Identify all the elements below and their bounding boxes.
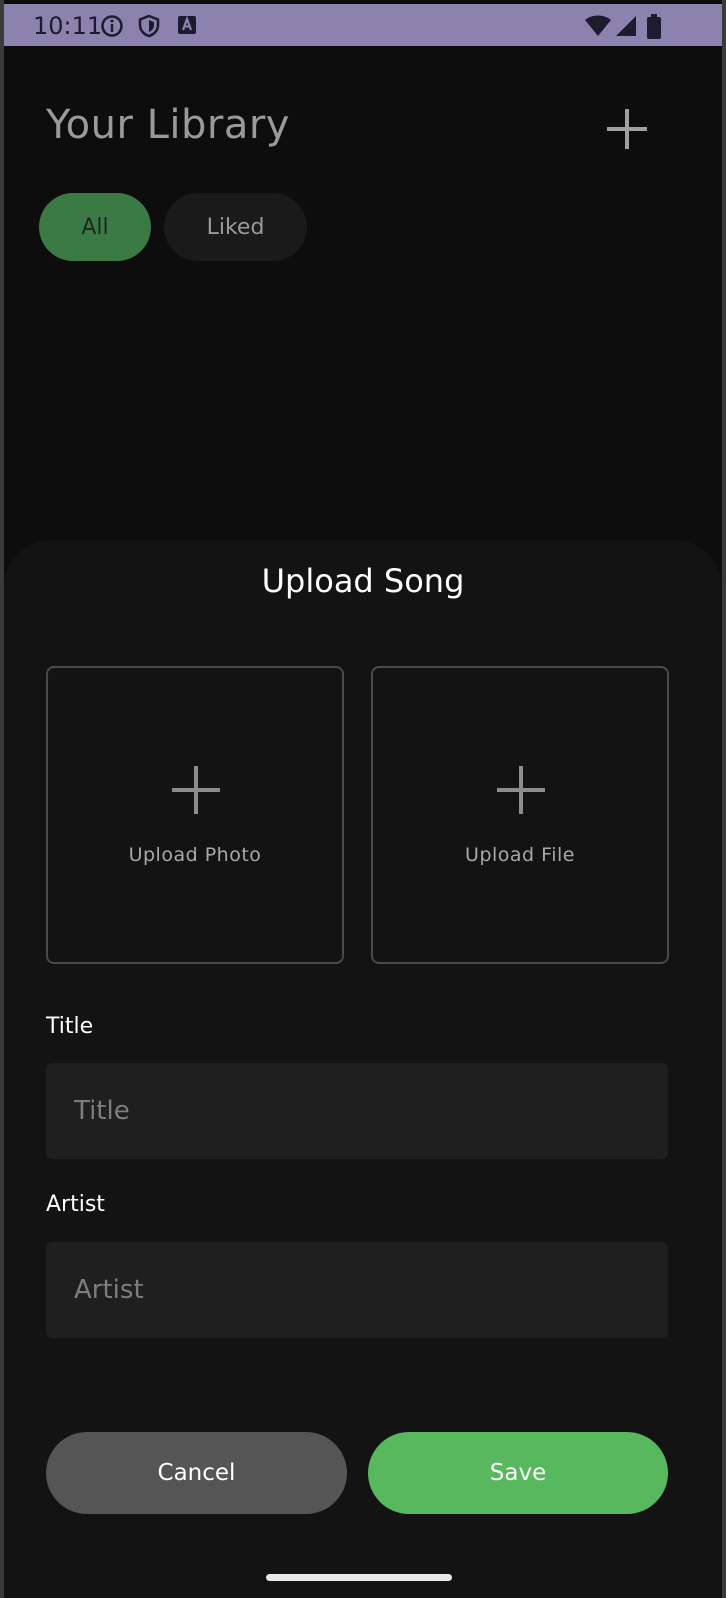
wifi-icon xyxy=(584,14,612,38)
upload-file-label: Upload File xyxy=(465,844,575,866)
title-input[interactable] xyxy=(46,1063,668,1159)
chip-all-label: All xyxy=(81,214,109,240)
status-bar: 10:11 xyxy=(4,4,722,46)
chip-all[interactable]: All xyxy=(39,193,151,261)
upload-file-button[interactable]: Upload File xyxy=(371,666,669,964)
shield-icon xyxy=(137,14,161,38)
upload-photo-button[interactable]: Upload Photo xyxy=(46,666,344,964)
chip-liked[interactable]: Liked xyxy=(164,193,307,261)
upload-song-sheet: Upload Song Upload Photo Upload File Tit… xyxy=(4,540,722,1598)
save-button-label: Save xyxy=(489,1460,547,1486)
add-button[interactable] xyxy=(604,106,650,152)
cancel-button[interactable]: Cancel xyxy=(46,1432,347,1514)
upload-photo-label: Upload Photo xyxy=(128,844,262,866)
plus-icon xyxy=(607,109,647,149)
device-frame-right xyxy=(722,0,726,1598)
plus-icon xyxy=(497,766,545,814)
cancel-button-label: Cancel xyxy=(157,1460,236,1486)
signal-icon xyxy=(614,14,638,38)
info-icon xyxy=(100,14,124,38)
artist-input[interactable] xyxy=(46,1242,668,1338)
status-time: 10:11 xyxy=(33,12,103,40)
home-indicator[interactable] xyxy=(266,1574,452,1581)
battery-icon xyxy=(646,14,662,39)
artist-label: Artist xyxy=(46,1192,105,1217)
sheet-title: Upload Song xyxy=(261,562,465,600)
plus-icon xyxy=(172,766,220,814)
save-button[interactable]: Save xyxy=(368,1432,668,1514)
page-title: Your Library xyxy=(46,102,290,148)
title-label: Title xyxy=(46,1014,94,1039)
keyboard-a-icon xyxy=(176,14,200,38)
chip-liked-label: Liked xyxy=(206,214,265,240)
